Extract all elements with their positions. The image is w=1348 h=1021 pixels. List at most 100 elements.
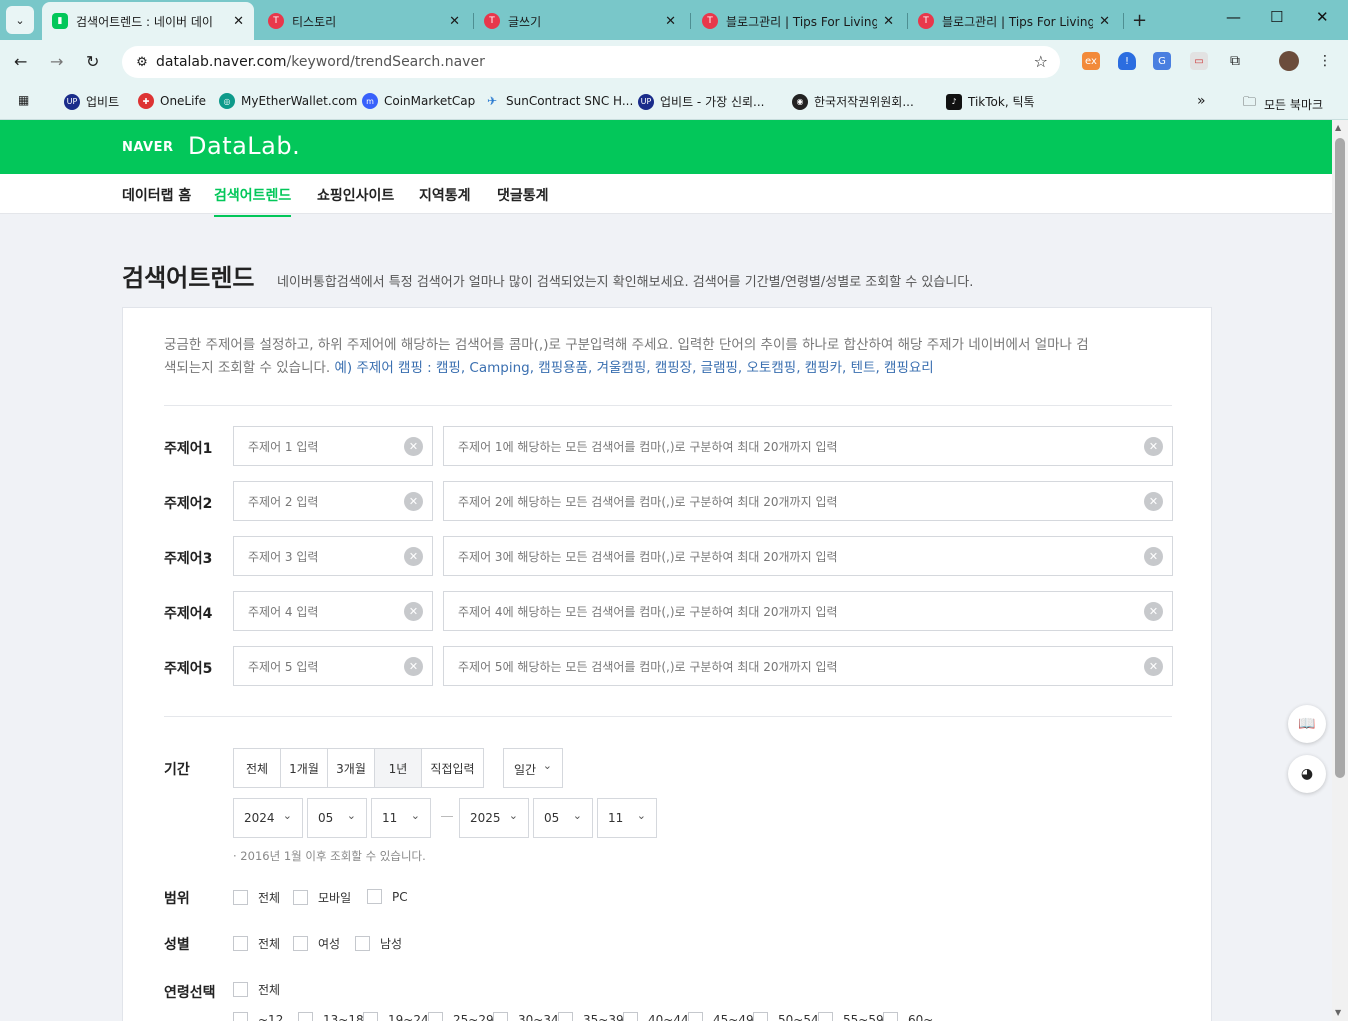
- age-range-checkbox[interactable]: 13~18: [298, 1012, 364, 1021]
- nav-regional-stats[interactable]: 지역통계: [419, 185, 471, 205]
- checkbox-box[interactable]: [428, 1012, 443, 1021]
- clear-icon[interactable]: ✕: [404, 657, 423, 676]
- new-tab-button[interactable]: +: [1132, 10, 1147, 31]
- age-range-checkbox[interactable]: 19~24: [363, 1012, 429, 1021]
- topic-keywords-input[interactable]: 주제어 1에 해당하는 모든 검색어를 컴마(,)로 구분하여 최대 20개까지…: [443, 426, 1173, 466]
- avatar[interactable]: [1279, 51, 1299, 71]
- topic-name-input[interactable]: 주제어 5 입력 ✕: [233, 646, 433, 686]
- checkbox-box[interactable]: [233, 890, 248, 905]
- end-day-select[interactable]: 11 ⌄: [597, 798, 657, 838]
- checkbox-box[interactable]: [233, 936, 248, 951]
- end-month-select[interactable]: 05 ⌄: [533, 798, 593, 838]
- age-range-checkbox[interactable]: ~12: [233, 1012, 283, 1021]
- clear-icon[interactable]: ✕: [404, 602, 423, 621]
- checkbox-box[interactable]: [363, 1012, 378, 1021]
- clear-icon[interactable]: ✕: [1144, 602, 1163, 621]
- clear-icon[interactable]: ✕: [1144, 547, 1163, 566]
- clear-icon[interactable]: ✕: [1144, 437, 1163, 456]
- cast-icon[interactable]: ▭: [1190, 52, 1208, 70]
- gender-all-checkbox[interactable]: 전체: [233, 935, 280, 952]
- reload-icon[interactable]: ↻: [86, 52, 99, 71]
- checkbox-box[interactable]: [293, 936, 308, 951]
- checkbox-box[interactable]: [293, 890, 308, 905]
- book-icon[interactable]: 📖: [1288, 705, 1326, 743]
- apps-grid-icon[interactable]: ▦: [18, 93, 29, 107]
- interval-select[interactable]: 일간 ⌄: [503, 748, 563, 788]
- age-range-checkbox[interactable]: 30~34: [493, 1012, 559, 1021]
- period-option-all[interactable]: 전체: [234, 749, 281, 787]
- forward-arrow-icon[interactable]: →: [50, 52, 63, 71]
- minimize-button[interactable]: —: [1226, 8, 1241, 26]
- bookmark-myetherwallet[interactable]: ◎ MyEtherWallet.com: [219, 93, 357, 109]
- checkbox-box[interactable]: [883, 1012, 898, 1021]
- clear-icon[interactable]: ✕: [404, 547, 423, 566]
- tab-write[interactable]: T 글쓰기 ✕: [474, 4, 686, 38]
- bookmark-copyright[interactable]: ◉ 한국저작권위원회...: [792, 93, 914, 110]
- close-icon[interactable]: ✕: [233, 14, 244, 29]
- extension-orange-icon[interactable]: ex: [1082, 52, 1100, 70]
- window-close-button[interactable]: ✕: [1316, 8, 1329, 26]
- nav-datalab-home[interactable]: 데이터랩 홈: [122, 185, 191, 205]
- checkbox-box[interactable]: [233, 1012, 248, 1021]
- topic-keywords-input[interactable]: 주제어 5에 해당하는 모든 검색어를 컴마(,)로 구분하여 최대 20개까지…: [443, 646, 1173, 686]
- tab-search-button[interactable]: ⌄: [6, 6, 34, 34]
- scope-mobile-checkbox[interactable]: 모바일: [293, 889, 351, 906]
- clear-icon[interactable]: ✕: [404, 492, 423, 511]
- period-option-1year[interactable]: 1년: [375, 749, 422, 787]
- age-range-checkbox[interactable]: 25~29: [428, 1012, 494, 1021]
- start-year-select[interactable]: 2024 ⌄: [233, 798, 303, 838]
- period-option-1month[interactable]: 1개월: [281, 749, 328, 787]
- naver-logo[interactable]: NAVER: [122, 140, 174, 155]
- start-month-select[interactable]: 05 ⌄: [307, 798, 367, 838]
- checkbox-box[interactable]: [623, 1012, 638, 1021]
- scope-all-checkbox[interactable]: 전체: [233, 889, 280, 906]
- shield-icon[interactable]: !: [1118, 52, 1136, 70]
- puzzle-icon[interactable]: ⧉: [1226, 52, 1244, 70]
- close-icon[interactable]: ✕: [449, 14, 460, 29]
- datalab-logo[interactable]: DataLab.: [188, 132, 300, 160]
- site-info-icon[interactable]: ⚙: [128, 55, 156, 70]
- gender-male-checkbox[interactable]: 남성: [355, 935, 402, 952]
- age-all-checkbox[interactable]: 전체: [233, 981, 280, 998]
- scroll-down-arrow-icon[interactable]: ▼: [1335, 1008, 1341, 1017]
- clear-icon[interactable]: ✕: [404, 437, 423, 456]
- checkbox-box[interactable]: [753, 1012, 768, 1021]
- page-scrollbar[interactable]: ▲ ▼: [1332, 120, 1348, 1021]
- period-option-custom[interactable]: 직접입력: [422, 749, 483, 787]
- checkbox-box[interactable]: [298, 1012, 313, 1021]
- back-arrow-icon[interactable]: ←: [14, 52, 27, 71]
- scope-pc-checkbox[interactable]: PC: [367, 889, 408, 904]
- topic-name-input[interactable]: 주제어 4 입력 ✕: [233, 591, 433, 631]
- period-option-3month[interactable]: 3개월: [328, 749, 375, 787]
- gender-female-checkbox[interactable]: 여성: [293, 935, 340, 952]
- bookmark-suncontract[interactable]: ✈ SunContract SNC H...: [484, 93, 633, 109]
- more-bookmarks-chevron-icon[interactable]: »: [1197, 93, 1206, 109]
- tab-blog-admin-1[interactable]: T 블로그관리 | Tips For Living ✕: [692, 4, 904, 38]
- maximize-button[interactable]: ☐: [1270, 8, 1283, 26]
- topic-keywords-input[interactable]: 주제어 2에 해당하는 모든 검색어를 컴마(,)로 구분하여 최대 20개까지…: [443, 481, 1173, 521]
- scroll-up-arrow-icon[interactable]: ▲: [1335, 123, 1341, 132]
- age-range-checkbox[interactable]: 50~54: [753, 1012, 819, 1021]
- age-range-checkbox[interactable]: 60~: [883, 1012, 933, 1021]
- tab-datalab[interactable]: ▮ 검색어트렌드 : 네이버 데이 ✕: [42, 2, 254, 40]
- checkbox-box[interactable]: [493, 1012, 508, 1021]
- checkbox-box[interactable]: [558, 1012, 573, 1021]
- all-bookmarks-folder[interactable]: 🗀 모든 북마크: [1243, 93, 1323, 115]
- nav-comment-stats[interactable]: 댓글통계: [497, 185, 549, 205]
- topic-name-input[interactable]: 주제어 3 입력 ✕: [233, 536, 433, 576]
- bookmark-coinmarketcap[interactable]: m CoinMarketCap: [362, 93, 475, 109]
- checkbox-box[interactable]: [355, 936, 370, 951]
- checkbox-box[interactable]: [367, 889, 382, 904]
- clear-icon[interactable]: ✕: [1144, 657, 1163, 676]
- checkbox-box[interactable]: [688, 1012, 703, 1021]
- more-menu-icon[interactable]: ⋮: [1316, 52, 1334, 70]
- tab-tistory[interactable]: T 티스토리 ✕: [258, 4, 470, 38]
- topic-keywords-input[interactable]: 주제어 4에 해당하는 모든 검색어를 컴마(,)로 구분하여 최대 20개까지…: [443, 591, 1173, 631]
- bookmark-tiktok[interactable]: ♪ TikTok, 틱톡: [946, 93, 1035, 110]
- age-range-checkbox[interactable]: 35~39: [558, 1012, 624, 1021]
- bookmark-upbit-trusted[interactable]: UP 업비트 - 가장 신뢰...: [638, 93, 765, 110]
- scrollbar-thumb[interactable]: [1335, 138, 1345, 778]
- age-range-checkbox[interactable]: 45~49: [688, 1012, 754, 1021]
- nav-shopping-insight[interactable]: 쇼핑인사이트: [317, 185, 394, 205]
- bookmark-upbit[interactable]: UP 업비트: [64, 93, 119, 110]
